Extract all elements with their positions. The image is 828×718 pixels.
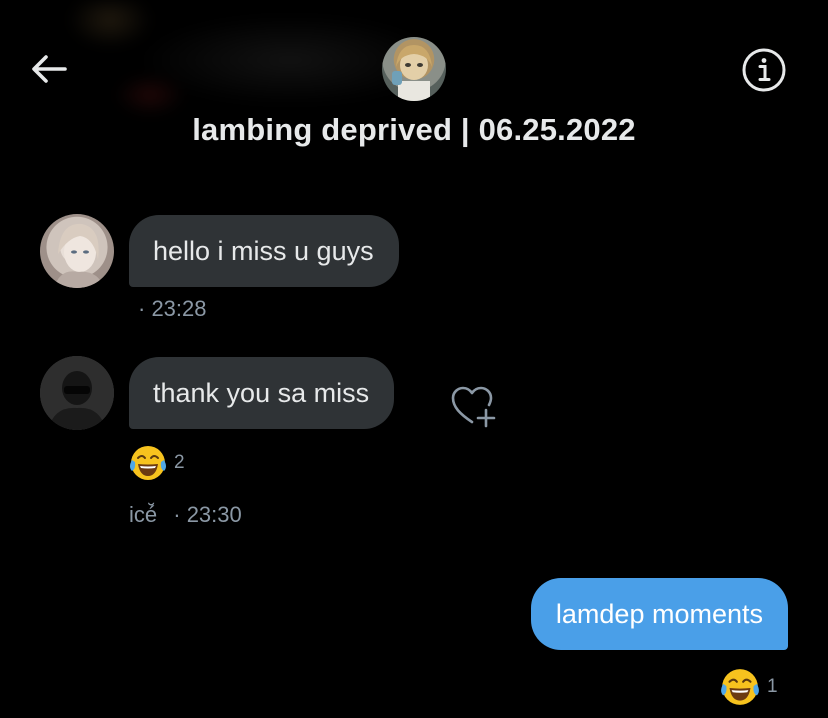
tears-of-joy-emoji-icon xyxy=(130,446,166,480)
reaction-count: 1 xyxy=(767,676,778,697)
group-avatar-image xyxy=(392,45,432,101)
conversation-info-button[interactable] xyxy=(740,46,788,94)
outgoing-message-bubble[interactable]: lamdep moments xyxy=(530,578,788,650)
sender-avatar-image xyxy=(54,223,104,288)
add-reaction-button[interactable] xyxy=(450,384,498,428)
message-timestamp: · 23:28 xyxy=(138,296,207,321)
back-button[interactable] xyxy=(28,48,70,90)
sender-avatar[interactable] xyxy=(40,214,114,288)
message-reaction[interactable]: 1 xyxy=(719,666,778,708)
sender-avatar[interactable] xyxy=(40,356,114,430)
conversation-title: lambing deprived | 06.25.2022 xyxy=(192,112,636,147)
reaction-count: 2 xyxy=(174,452,185,473)
sender-name[interactable]: icé̆ xyxy=(129,502,157,527)
message-meta: icé̆ · 23:30 xyxy=(129,502,242,528)
message-reaction[interactable]: 2 xyxy=(128,443,185,483)
group-avatar[interactable] xyxy=(382,37,446,101)
dm-conversation-screen: lambing deprived | 06.25.2022 hello i mi… xyxy=(0,0,828,718)
sender-avatar-image xyxy=(40,356,114,430)
message-timestamp: · 23:30 xyxy=(173,502,242,527)
incoming-message-bubble[interactable]: hello i miss u guys xyxy=(129,215,399,287)
tears-of-joy-emoji-icon xyxy=(721,669,759,705)
incoming-message-bubble[interactable]: thank you sa miss xyxy=(129,357,395,429)
arrow-left-icon xyxy=(32,55,67,83)
heart-plus-icon xyxy=(451,386,496,428)
info-icon xyxy=(742,48,786,92)
